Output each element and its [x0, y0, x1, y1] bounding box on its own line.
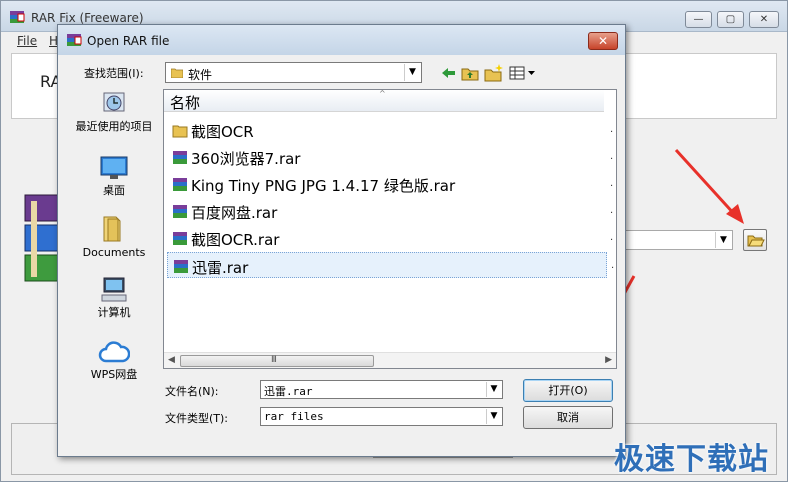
place-recent-label: 最近使用的项目 [75, 120, 153, 133]
new-folder-icon[interactable] [483, 63, 505, 83]
list-item[interactable]: 截图OCR . [167, 117, 613, 143]
minimize-button[interactable]: — [685, 11, 712, 28]
scrollbar-thumb[interactable]: III [180, 355, 374, 367]
file-type-label: 文件类型(T): [165, 412, 229, 425]
place-desktop[interactable]: 桌面 [72, 153, 156, 197]
desktop-icon [100, 156, 128, 179]
place-documents-label: Documents [82, 246, 146, 259]
scroll-right-icon[interactable]: ▶ [605, 355, 612, 365]
list-item[interactable]: King Tiny PNG JPG 1.4.17 绿色版.rar . [167, 171, 613, 197]
folder-icon [172, 125, 188, 138]
place-wps-cloud[interactable]: WPS网盘 [72, 339, 156, 381]
rar-archive-icon [173, 151, 187, 164]
look-in-combo[interactable]: 软件 ▼ [165, 62, 422, 83]
chevron-down-icon[interactable]: ▼ [486, 409, 501, 424]
list-item-selected[interactable]: 迅雷.rar . [167, 252, 614, 278]
file-list[interactable]: 名称 ^ 截图OCR . 360浏览器7.rar . King Tiny PNG… [163, 89, 617, 369]
watermark-text: 极速下载站 [614, 442, 769, 477]
place-wps-label: WPS网盘 [90, 368, 138, 381]
places-bar: 最近使用的项目 桌面 Documents 计算机 WPS网盘 [72, 89, 156, 389]
row-clip-glyph: . [610, 205, 614, 216]
dialog-title: Open RAR file [87, 34, 170, 48]
file-name-input[interactable]: 迅雷.rar ▼ [260, 380, 503, 399]
row-clip-glyph: . [611, 260, 615, 271]
file-name-value: 迅雷.rar [264, 385, 313, 398]
up-folder-icon[interactable] [460, 63, 480, 83]
column-name-label: 名称 [170, 94, 201, 112]
place-documents[interactable]: Documents [72, 213, 156, 259]
list-item-name: King Tiny PNG JPG 1.4.17 绿色版.rar [191, 177, 456, 195]
row-clip-glyph: . [610, 178, 614, 189]
horizontal-scrollbar[interactable]: ◀ III ▶ [164, 352, 616, 368]
chevron-down-icon[interactable]: ▼ [404, 64, 420, 81]
menu-file[interactable]: File [17, 34, 37, 48]
open-folder-icon [747, 235, 765, 247]
computer-icon [101, 277, 127, 302]
scroll-left-icon[interactable]: ◀ [168, 355, 175, 365]
row-clip-glyph: . [610, 151, 614, 162]
documents-folder-icon [103, 216, 121, 242]
row-clip-glyph: . [610, 232, 614, 243]
open-button[interactable]: 打开(O) [523, 379, 613, 402]
list-item-name: 迅雷.rar [192, 259, 249, 277]
row-clip-glyph: . [610, 124, 614, 135]
view-menu-icon[interactable] [508, 63, 538, 83]
dialog-titlebar[interactable]: Open RAR file ✕ [58, 25, 625, 55]
file-type-select[interactable]: rar files ▼ [260, 407, 503, 426]
rar-path-combo[interactable]: ▼ [621, 230, 733, 250]
cancel-button[interactable]: 取消 [523, 406, 613, 429]
place-desktop-label: 桌面 [103, 184, 125, 197]
chevron-down-icon[interactable]: ▼ [486, 382, 501, 397]
chevron-down-icon[interactable]: ▼ [715, 232, 731, 248]
app-bottom-button-edge[interactable] [373, 457, 513, 465]
rar-archive-icon [173, 205, 187, 218]
close-button[interactable]: ✕ [749, 11, 779, 28]
back-arrow-icon[interactable] [438, 63, 458, 83]
column-header-name[interactable]: 名称 ^ [164, 89, 604, 112]
open-rar-file-dialog: Open RAR file ✕ 查找范围(I): 软件 ▼ 最近使用的项目 桌面… [57, 24, 626, 457]
sort-ascending-icon: ^ [379, 89, 386, 98]
recent-places-icon [103, 92, 125, 112]
rar-archive-icon [173, 232, 187, 245]
browse-button[interactable] [743, 229, 767, 251]
winrar-app-icon [10, 11, 25, 23]
list-item[interactable]: 百度网盘.rar . [167, 198, 613, 224]
place-computer-label: 计算机 [97, 306, 131, 319]
winrar-app-icon [67, 34, 82, 46]
list-item[interactable]: 360浏览器7.rar . [167, 144, 613, 170]
file-name-label: 文件名(N): [165, 385, 219, 398]
list-item-name: 截图OCR [191, 123, 254, 141]
wps-cloud-icon [98, 341, 130, 363]
list-item-name: 百度网盘.rar [191, 204, 278, 222]
rar-archive-icon [173, 178, 187, 191]
look-in-label: 查找范围(I): [84, 67, 144, 80]
place-computer[interactable]: 计算机 [72, 275, 156, 319]
folder-icon [171, 68, 183, 78]
maximize-button[interactable]: ▢ [717, 11, 744, 28]
file-type-value: rar files [264, 410, 324, 423]
dialog-close-button[interactable]: ✕ [588, 32, 618, 50]
look-in-value: 软件 [188, 68, 213, 82]
rar-archive-icon [174, 260, 188, 273]
app-title: RAR Fix (Freeware) [31, 11, 144, 25]
list-item-name: 360浏览器7.rar [191, 150, 301, 168]
list-item[interactable]: 截图OCR.rar . [167, 225, 613, 251]
scrollbar-grip: III [271, 355, 277, 365]
place-recent[interactable]: 最近使用的项目 [72, 89, 156, 133]
list-item-name: 截图OCR.rar [191, 231, 280, 249]
